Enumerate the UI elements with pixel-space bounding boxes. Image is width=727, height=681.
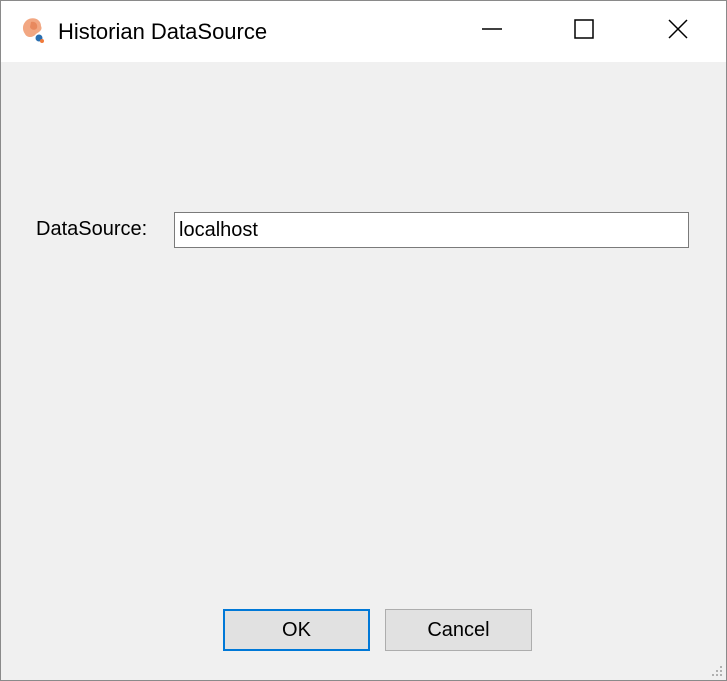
maximize-button[interactable] <box>538 1 630 62</box>
historian-app-icon <box>21 16 47 46</box>
datasource-label: DataSource: <box>36 218 148 240</box>
datasource-input[interactable] <box>174 212 689 248</box>
window-title: Historian DataSource <box>58 19 268 44</box>
title-bar[interactable]: Historian DataSource <box>1 1 726 62</box>
close-icon <box>667 18 689 45</box>
resize-grip-icon[interactable] <box>708 662 724 678</box>
close-button[interactable] <box>630 1 726 62</box>
cancel-button[interactable]: Cancel <box>385 609 532 651</box>
dialog-window: Historian DataSource DataSource: localho… <box>0 0 727 681</box>
minimize-button[interactable] <box>446 1 538 62</box>
ok-button[interactable]: OK <box>223 609 370 651</box>
maximize-icon <box>573 18 595 45</box>
dialog-content: DataSource: OK Cancel <box>1 62 726 680</box>
minimize-icon <box>481 18 503 45</box>
